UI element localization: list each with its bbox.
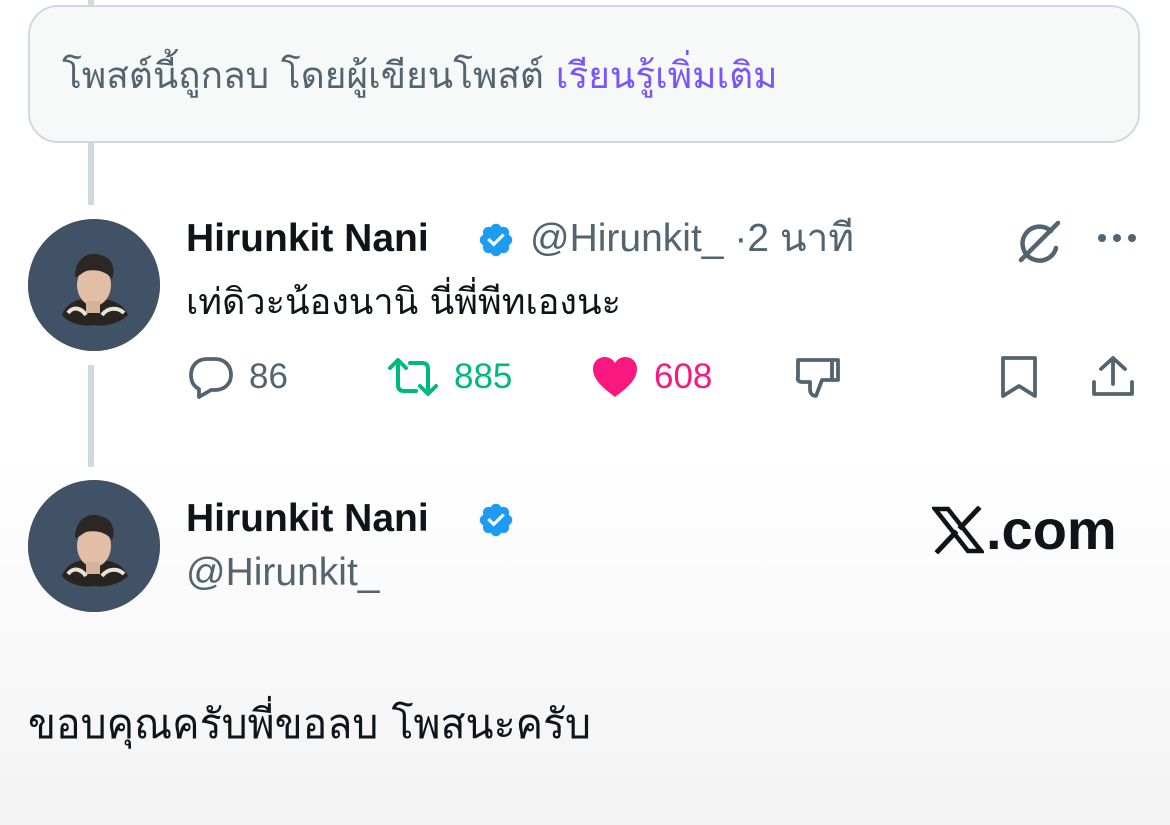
main-post-text: ขอบคุณครับพี่ขอลบ โพสนะครับ	[28, 700, 592, 748]
deleted-post-notice: โพสต์นี้ถูกลบ โดยผู้เขียนโพสต์ เรียนรู้เ…	[28, 5, 1140, 143]
like-action[interactable]: 608	[590, 352, 712, 402]
avatar-image	[28, 480, 160, 612]
reply-icon	[187, 355, 235, 399]
repost-count: 885	[454, 357, 513, 396]
reply-count: 86	[249, 357, 288, 396]
main-avatar[interactable]	[28, 480, 160, 612]
heart-icon	[590, 355, 640, 399]
reply-avatar[interactable]	[28, 219, 160, 351]
reply-post-text: เท่ดิวะน้องนานิ นี่พี่พีทเองนะ	[186, 282, 621, 323]
like-count: 608	[654, 357, 713, 396]
reply-timestamp[interactable]: 2 นาที	[747, 217, 854, 260]
grok-icon[interactable]	[1014, 218, 1064, 264]
x-com-watermark: .com	[932, 498, 1117, 562]
thread-line-bottom	[88, 365, 94, 467]
learn-more-link[interactable]: เรียนรู้เพิ่มเติม	[556, 54, 778, 97]
time-separator: ·	[734, 217, 748, 260]
x-logo-icon	[932, 506, 984, 554]
reply-display-name[interactable]: Hirunkit Nani	[186, 216, 429, 262]
dislike-icon[interactable]	[794, 356, 842, 400]
x-com-domain: .com	[986, 498, 1117, 561]
main-display-name[interactable]: Hirunkit Nani	[186, 496, 429, 542]
reply-handle[interactable]: @Hirunkit_	[530, 217, 723, 260]
share-icon[interactable]	[1090, 354, 1136, 400]
more-icon[interactable]	[1096, 230, 1138, 246]
verified-badge-icon	[477, 501, 515, 539]
avatar-image	[28, 219, 160, 351]
repost-action[interactable]: 885	[386, 352, 512, 402]
deleted-notice-label: โพสต์นี้ถูกลบ โดยผู้เขียนโพสต์	[62, 54, 544, 97]
verified-badge-icon	[477, 221, 515, 259]
deleted-post-text: โพสต์นี้ถูกลบ โดยผู้เขียนโพสต์ เรียนรู้เ…	[62, 53, 778, 99]
main-handle[interactable]: @Hirunkit_	[186, 550, 379, 596]
reply-action[interactable]: 86	[187, 352, 288, 402]
bookmark-icon[interactable]	[998, 354, 1040, 400]
thread-line-middle	[88, 143, 94, 205]
reply-handle-line: @Hirunkit_ ·2 นาที	[530, 216, 854, 262]
repost-icon	[386, 357, 440, 397]
